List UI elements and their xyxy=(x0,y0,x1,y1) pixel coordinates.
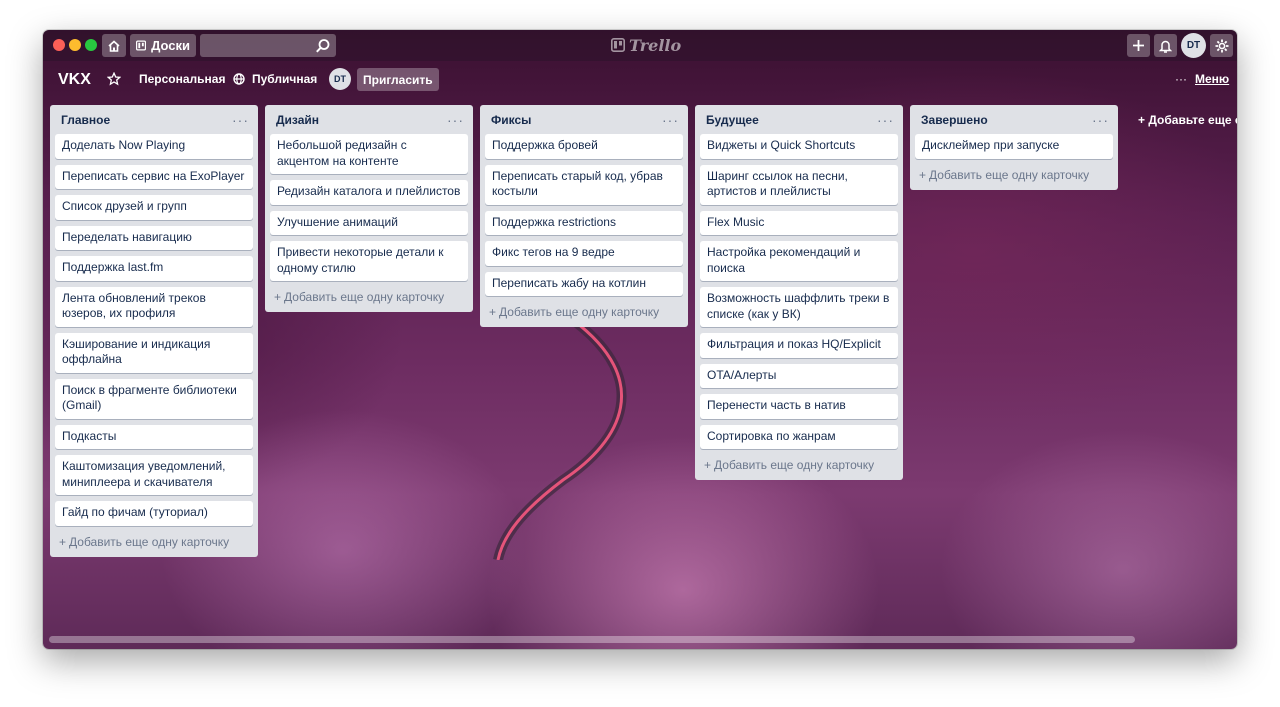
notifications-button[interactable] xyxy=(1154,34,1177,57)
card[interactable]: Переписать сервис на ExoPlayer xyxy=(55,164,253,189)
list-main: Главное ··· Доделать Now Playing Перепис… xyxy=(50,105,258,557)
list-header[interactable]: Фиксы ··· xyxy=(485,105,683,134)
add-card-button[interactable]: + Добавить еще одну карточку xyxy=(700,455,898,474)
board-title[interactable]: VKX xyxy=(58,71,91,89)
add-card-button[interactable]: + Добавить еще одну карточку xyxy=(270,287,468,306)
window-minimize-button[interactable] xyxy=(69,39,81,51)
member-avatar[interactable]: DT xyxy=(329,68,351,90)
list-title[interactable]: Завершено xyxy=(921,113,988,127)
card[interactable]: Дисклеймер при запуске xyxy=(915,134,1113,159)
add-card-label: Добавить еще одну карточку xyxy=(284,290,445,304)
globe-icon xyxy=(233,73,245,85)
card[interactable]: Шаринг ссылок на песни, артистов и плейл… xyxy=(700,164,898,205)
card[interactable]: Небольшой редизайн с акцентом на контент… xyxy=(270,134,468,174)
app-window: Доски Trello DT VKX Персональная Публичн… xyxy=(43,30,1237,649)
card[interactable]: Каштомизация уведомлений, миниплеера и с… xyxy=(55,455,253,495)
list-menu-icon[interactable]: ··· xyxy=(662,113,679,127)
card[interactable]: Виджеты и Quick Shortcuts xyxy=(700,134,898,159)
board-menu[interactable]: ··· Меню xyxy=(1175,72,1229,86)
settings-button[interactable] xyxy=(1210,34,1233,57)
list-header[interactable]: Дизайн ··· xyxy=(270,105,468,134)
horizontal-scrollbar[interactable] xyxy=(49,636,1135,643)
create-button[interactable] xyxy=(1127,34,1150,57)
list-menu-icon[interactable]: ··· xyxy=(447,113,464,127)
add-card-button[interactable]: + Добавить еще одну карточку xyxy=(915,165,1113,184)
bell-icon xyxy=(1159,40,1172,53)
trello-logo-icon xyxy=(611,38,625,52)
card[interactable]: Улучшение анимаций xyxy=(270,210,468,235)
list-menu-icon[interactable]: ··· xyxy=(877,113,894,127)
card[interactable]: Редизайн каталога и плейлистов xyxy=(270,180,468,205)
list-title[interactable]: Будущее xyxy=(706,113,759,127)
list-title[interactable]: Фиксы xyxy=(491,113,531,127)
add-list-button[interactable]: + Добавьте еще од xyxy=(1138,113,1237,127)
list-header[interactable]: Главное ··· xyxy=(55,105,253,134)
card[interactable]: Список друзей и групп xyxy=(55,195,253,220)
boards-button[interactable]: Доски xyxy=(130,34,196,57)
list-title[interactable]: Главное xyxy=(61,113,110,127)
boards-label: Доски xyxy=(151,38,190,53)
home-icon xyxy=(108,39,120,52)
add-plus-icon: + xyxy=(919,167,927,182)
card[interactable]: Привести некоторые детали к одному стилю xyxy=(270,241,468,281)
team-visibility-button[interactable]: Персональная xyxy=(139,72,225,86)
card[interactable]: Доделать Now Playing xyxy=(55,134,253,159)
trello-logo[interactable]: Trello xyxy=(611,35,681,55)
card[interactable]: Переписать жабу на котлин xyxy=(485,271,683,296)
menu-dots-icon: ··· xyxy=(1175,72,1187,86)
trello-logo-text: Trello xyxy=(629,35,682,55)
list-future: Будущее ··· Виджеты и Quick Shortcuts Ша… xyxy=(695,105,903,480)
user-avatar[interactable]: DT xyxy=(1181,33,1206,58)
card[interactable]: Фильтрация и показ HQ/Explicit xyxy=(700,333,898,358)
card[interactable]: Переписать старый код, убрав костыли xyxy=(485,164,683,205)
invite-button[interactable]: Пригласить xyxy=(357,68,439,91)
window-close-button[interactable] xyxy=(53,39,65,51)
add-plus-icon: + xyxy=(489,305,497,319)
gear-icon xyxy=(1215,39,1228,52)
card[interactable]: Кэширование и индикация оффлайна xyxy=(55,332,253,373)
background-road xyxy=(493,320,627,560)
menu-link[interactable]: Меню xyxy=(1195,72,1229,86)
card[interactable]: Возможность шаффлить треки в списке (как… xyxy=(700,287,898,327)
add-card-button[interactable]: + Добавить еще одну карточку xyxy=(55,532,253,551)
add-card-label: Добавить еще одну карточку xyxy=(714,458,875,472)
list-menu-icon[interactable]: ··· xyxy=(232,113,249,127)
card[interactable]: Фикс тегов на 9 ведре xyxy=(485,241,683,266)
window-zoom-button[interactable] xyxy=(85,39,97,51)
list-header[interactable]: Завершено ··· xyxy=(915,105,1113,134)
card[interactable]: Сортировка по жанрам xyxy=(700,424,898,449)
card[interactable]: Лента обновлений треков юзеров, их профи… xyxy=(55,286,253,327)
public-visibility-button[interactable]: Публичная xyxy=(252,72,317,86)
star-icon[interactable] xyxy=(107,72,121,86)
add-plus-icon: + xyxy=(59,534,67,549)
list-menu-icon[interactable]: ··· xyxy=(1092,113,1109,127)
add-card-label: Добавить еще одну карточку xyxy=(929,167,1090,182)
card[interactable]: Подкасты xyxy=(55,424,253,449)
card[interactable]: Поиск в фрагменте библиотеки (Gmail) xyxy=(55,378,253,419)
search-icon[interactable] xyxy=(315,38,331,54)
add-plus-icon: + xyxy=(274,290,282,304)
add-card-label: Добавить еще одну карточку xyxy=(69,534,230,549)
add-card-label: Добавить еще одну карточку xyxy=(499,305,660,319)
card[interactable]: Поддержка last.fm xyxy=(55,256,253,281)
card[interactable]: Flex Music xyxy=(700,210,898,235)
add-card-button[interactable]: + Добавить еще одну карточку xyxy=(485,302,683,321)
list-title[interactable]: Дизайн xyxy=(276,113,319,127)
card[interactable]: Поддержка бровей xyxy=(485,134,683,159)
list-done: Завершено ··· Дисклеймер при запуске + Д… xyxy=(910,105,1118,190)
add-plus-icon: + xyxy=(704,458,712,472)
card[interactable]: Гайд по фичам (туториал) xyxy=(55,501,253,526)
home-button[interactable] xyxy=(102,34,126,57)
list-fixes: Фиксы ··· Поддержка бровей Переписать ст… xyxy=(480,105,688,327)
card[interactable]: Перенести часть в натив xyxy=(700,394,898,419)
card[interactable]: OTA/Алерты xyxy=(700,363,898,388)
card[interactable]: Настройка рекомендаций и поиска xyxy=(700,241,898,281)
list-design: Дизайн ··· Небольшой редизайн с акцентом… xyxy=(265,105,473,312)
card[interactable]: Поддержка restrictions xyxy=(485,210,683,235)
card[interactable]: Переделать навигацию xyxy=(55,225,253,250)
boards-icon xyxy=(136,40,147,51)
list-header[interactable]: Будущее ··· xyxy=(700,105,898,134)
plus-icon xyxy=(1133,40,1144,51)
